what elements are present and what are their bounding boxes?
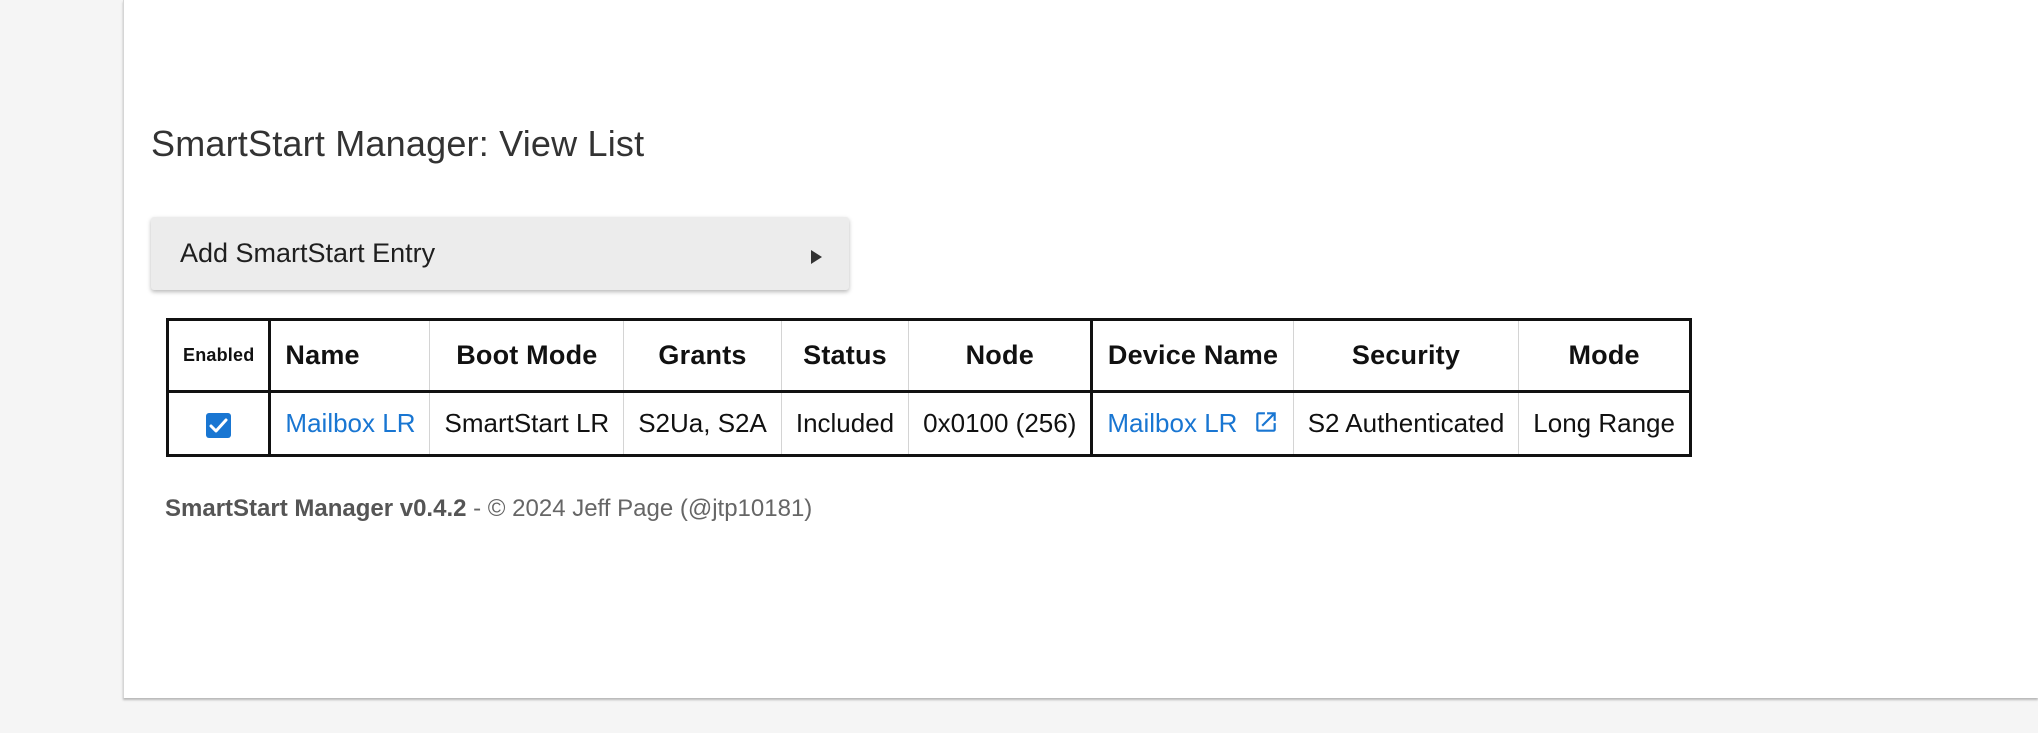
accordion-label: Add SmartStart Entry — [180, 238, 436, 268]
cell-enabled — [166, 391, 272, 456]
smartstart-entries-table: Enabled Name Boot Mode Grants Status Nod… — [166, 318, 1692, 457]
column-header-node: Node — [908, 319, 1094, 393]
column-header-grants: Grants — [623, 319, 782, 393]
app-version: SmartStart Manager v0.4.2 — [165, 495, 467, 522]
add-smartstart-entry-accordion[interactable]: Add SmartStart Entry — [151, 217, 849, 290]
cell-mode: Long Range — [1518, 391, 1691, 456]
column-header-mode: Mode — [1518, 319, 1691, 393]
footer: SmartStart Manager v0.4.2 - © 2024 Jeff … — [165, 494, 812, 524]
cell-status: Included — [780, 391, 910, 456]
column-header-enabled: Enabled — [166, 319, 272, 393]
entry-name-link[interactable]: Mailbox LR — [285, 408, 415, 438]
triangle-right-icon — [811, 250, 822, 264]
device-name-link[interactable]: Mailbox LR — [1107, 408, 1278, 438]
column-header-boot-mode: Boot Mode — [429, 319, 625, 393]
page-title: SmartStart Manager: View List — [151, 123, 645, 164]
enabled-checkbox[interactable] — [206, 412, 232, 438]
cell-boot-mode: SmartStart LR — [429, 391, 625, 456]
column-header-status: Status — [780, 319, 910, 393]
external-link-icon — [1255, 412, 1276, 432]
column-header-security: Security — [1292, 319, 1520, 393]
cell-node: 0x0100 (256) — [908, 391, 1094, 456]
main-card: SmartStart Manager: View List Add SmartS… — [123, 0, 2038, 698]
copyright-text: - © 2024 Jeff Page (@jtp10181) — [466, 495, 813, 522]
column-header-name: Name — [269, 319, 431, 393]
cell-grants: S2Ua, S2A — [623, 391, 782, 456]
cell-security: S2 Authenticated — [1292, 391, 1520, 456]
device-name-label: Mailbox LR — [1107, 408, 1238, 438]
cell-name: Mailbox LR — [269, 391, 431, 456]
cell-device-name: Mailbox LR — [1091, 391, 1294, 456]
table-header-row: Enabled Name Boot Mode Grants Status Nod… — [166, 319, 1691, 393]
column-header-device-name: Device Name — [1091, 319, 1294, 393]
table-row: Mailbox LR SmartStart LR S2Ua, S2A Inclu… — [166, 391, 1691, 456]
check-icon — [209, 418, 228, 433]
